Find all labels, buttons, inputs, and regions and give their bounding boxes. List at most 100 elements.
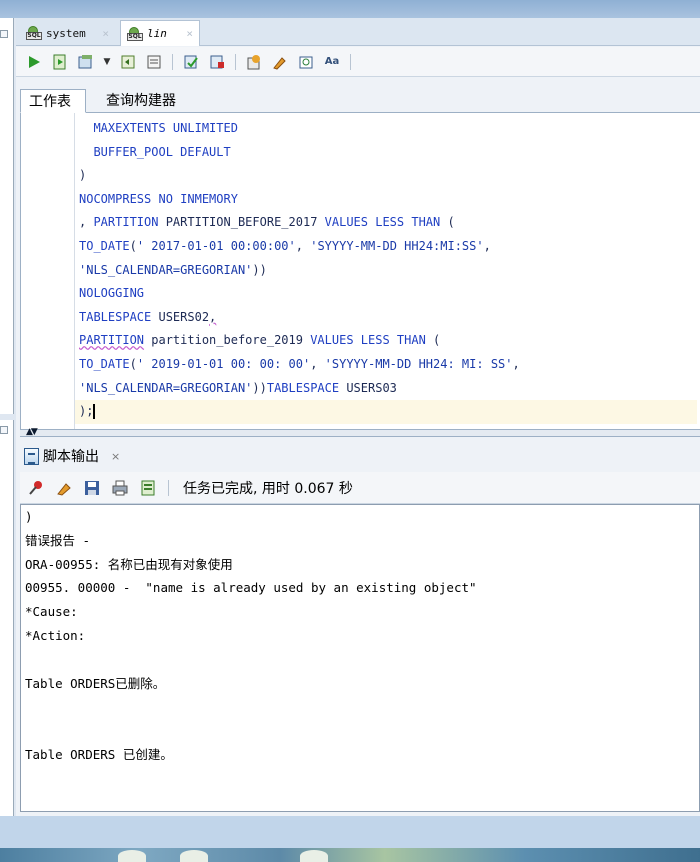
tab-system[interactable]: SQL system × (20, 20, 115, 46)
output-line: 00955. 00000 - "name is already used by … (25, 580, 477, 596)
close-icon[interactable]: × (111, 450, 120, 463)
rollback-icon[interactable] (118, 52, 138, 72)
text-caret (93, 404, 96, 420)
run-script-icon[interactable] (50, 52, 70, 72)
output-line: *Cause: (25, 604, 78, 620)
tab-worksheet[interactable]: 工作表 (20, 89, 86, 113)
close-icon[interactable]: × (186, 27, 193, 40)
output-tab-bar: 脚本输出 × (20, 442, 700, 470)
code-token: NOCOMPRESS NO INMEMORY (79, 191, 238, 206)
code-line[interactable]: TABLESPACE USERS02, (79, 306, 697, 330)
sql-history-icon[interactable] (296, 52, 316, 72)
code-token: ); (79, 404, 94, 419)
code-token: , (483, 238, 491, 253)
script-output-area[interactable]: ) 错误报告 - ORA-00955: 名称已由现有对象使用 00955. 00000… (20, 504, 700, 812)
code-token: 'SYYYY-MM-DD HH24:MI:SS' (310, 238, 484, 253)
tab-query-builder[interactable]: 查询构建器 (98, 88, 184, 112)
spell-check-icon[interactable]: Aa (322, 52, 342, 72)
output-line: *Action: (25, 627, 86, 643)
code-token: , (512, 356, 520, 371)
sql-editor[interactable]: MAXEXTENTS UNLIMITED BUFFER_POOL DEFAULT… (20, 113, 700, 429)
script-output-icon (24, 447, 39, 465)
commit-icon[interactable] (76, 52, 96, 72)
left-panel-lower[interactable] (0, 420, 14, 816)
code-token: BUFFER_POOL DEFAULT (93, 144, 231, 159)
desktop-decoration (180, 850, 208, 862)
code-token: ( (440, 215, 455, 230)
save-icon[interactable] (82, 478, 102, 498)
code-line[interactable]: 'NLS_CALENDAR=GREGORIAN'))TABLESPACE USE… (79, 377, 697, 401)
desktop-decoration (300, 850, 328, 862)
code-token: VALUES LESS THAN (310, 333, 426, 348)
tab-lin[interactable]: SQL lin × (120, 20, 200, 46)
editor-subtab-bar: 工作表 查询构建器 (20, 87, 700, 113)
output-line: ORA-00955: 名称已由现有对象使用 (25, 556, 233, 572)
task-status: 任务已完成, 用时 0.067 秒 (183, 480, 353, 497)
code-token: VALUES LESS THAN (324, 215, 441, 230)
left-panel-upper[interactable] (0, 18, 14, 414)
code-token: ( (129, 356, 137, 371)
code-token: MAXEXTENTS UNLIMITED (93, 121, 238, 135)
toolbar-separator (168, 479, 169, 496)
dropdown-icon[interactable]: ▼ (102, 52, 112, 72)
code-token: , (209, 309, 217, 324)
toolbar-separator (350, 53, 351, 70)
sql-tuning-icon[interactable] (207, 52, 227, 72)
print-icon[interactable] (110, 478, 130, 498)
code-line[interactable]: 'NLS_CALENDAR=GREGORIAN')) (79, 259, 697, 283)
clear-icon[interactable] (244, 52, 264, 72)
run-icon[interactable] (24, 52, 44, 72)
splitter-arrows-icon[interactable]: ▲▼ (26, 427, 38, 437)
code-line[interactable]: TO_DATE(' 2019-01-01 00: 00: 00', 'SYYYY… (79, 353, 697, 377)
code-token: TABLESPACE (266, 380, 340, 395)
document-tab-bar: SQL system × SQL lin × (16, 18, 700, 46)
code-line[interactable]: ) (79, 164, 697, 188)
autotrace-icon[interactable] (181, 52, 201, 72)
code-line[interactable]: , PARTITION PARTITION_BEFORE_2017 VALUES… (79, 211, 697, 235)
window-frame-top (0, 0, 700, 18)
code-token: 'SYYYY-MM-DD HH24: MI: SS' (324, 356, 513, 371)
code-area[interactable]: MAXEXTENTS UNLIMITED BUFFER_POOL DEFAULT… (75, 117, 697, 424)
code-line[interactable]: BUFFER_POOL DEFAULT (79, 141, 697, 165)
sql-worksheet-icon: SQL (26, 26, 42, 40)
toolbar-separator (172, 53, 173, 70)
code-token: )) (252, 262, 267, 277)
toolbar-separator (235, 53, 236, 70)
panel-splitter[interactable]: ▲▼ (20, 427, 700, 437)
code-token: 'NLS_CALENDAR=GREGORIAN' (79, 262, 253, 277)
output-toolbar: 任务已完成, 用时 0.067 秒 (20, 472, 700, 504)
desktop-background (0, 848, 700, 862)
code-line[interactable]: NOLOGGING (79, 282, 697, 306)
panel-collapse-icon[interactable] (0, 426, 8, 434)
tab-script-output[interactable]: 脚本输出 × (24, 446, 120, 466)
explain-plan-icon[interactable] (144, 52, 164, 72)
close-icon[interactable]: × (102, 27, 109, 40)
format-icon[interactable] (270, 52, 290, 72)
code-token: ( (129, 238, 137, 253)
code-line[interactable]: PARTITION partition_before_2019 VALUES L… (79, 329, 697, 353)
code-token: ( (425, 333, 441, 348)
code-line[interactable]: ); (75, 400, 697, 424)
code-token: PARTITION (79, 333, 145, 348)
code-line[interactable]: TO_DATE(' 2017-01-01 00:00:00', 'SYYYY-M… (79, 235, 697, 259)
code-token: 'NLS_CALENDAR=GREGORIAN' (79, 380, 253, 395)
code-token: PARTITION_BEFORE_2017 (158, 215, 325, 230)
panel-collapse-icon[interactable] (0, 30, 8, 38)
pin-icon[interactable] (26, 478, 46, 498)
desktop-decoration (118, 850, 146, 862)
code-token: TO_DATE (79, 238, 130, 253)
open-icon[interactable] (138, 478, 158, 498)
code-line[interactable]: NOCOMPRESS NO INMEMORY (79, 188, 697, 212)
eraser-icon[interactable] (54, 478, 74, 498)
code-token: USERS02 (151, 309, 210, 324)
code-token: , (79, 215, 94, 230)
code-token: )) (252, 380, 267, 395)
code-token: TABLESPACE (79, 309, 152, 324)
line-gutter[interactable] (21, 113, 75, 429)
output-line: 错误报告 - (25, 532, 91, 548)
code-line[interactable]: MAXEXTENTS UNLIMITED (79, 117, 697, 141)
